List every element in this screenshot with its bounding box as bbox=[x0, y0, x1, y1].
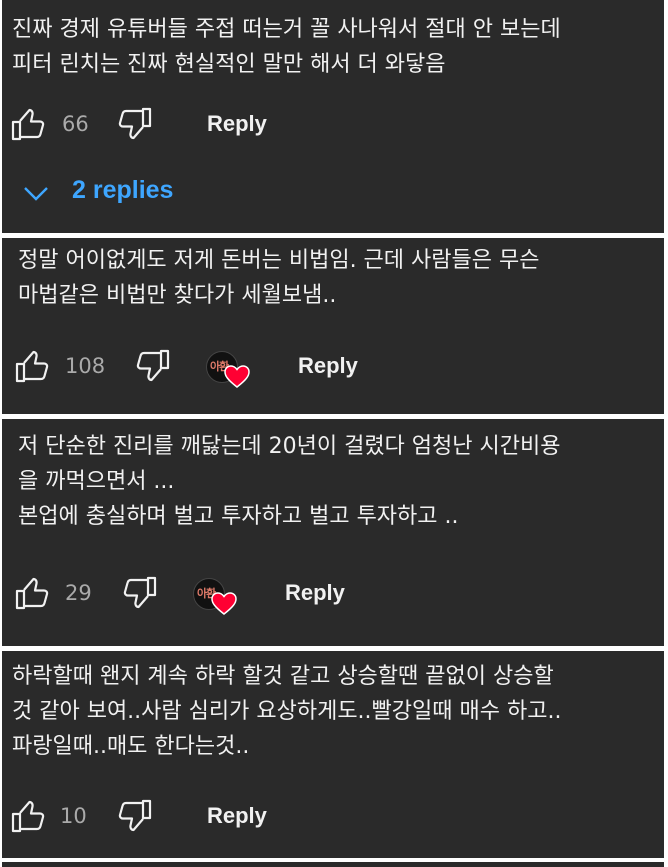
replies-count-label: 2 replies bbox=[72, 176, 174, 204]
comment-card: 진짜 경제 유튜버들 주접 떠는거 꼴 사나워서 절대 안 보는데 피터 린치는… bbox=[2, 0, 664, 233]
reply-button[interactable]: Reply bbox=[285, 577, 345, 609]
like-count: 10 bbox=[60, 804, 87, 828]
like-count: 108 bbox=[65, 354, 106, 378]
comment-actions: 66 Reply bbox=[2, 106, 664, 146]
comment-card-partial bbox=[2, 862, 664, 867]
thumb-down-icon[interactable] bbox=[135, 348, 171, 384]
heart-icon bbox=[211, 592, 237, 615]
thumb-down-icon[interactable] bbox=[117, 106, 153, 142]
comment-text: 정말 어이없게도 저게 돈버는 비법임. 근데 사람들은 무슨 마법같은 비법만… bbox=[18, 248, 540, 308]
comment-card: 저 단순한 진리를 깨닳는데 20년이 걸렸다 엄청난 시간비용 을 까먹으면서… bbox=[2, 419, 664, 646]
reply-button[interactable]: Reply bbox=[207, 800, 267, 832]
comment-text: 하락할때 왠지 계속 하락 할것 같고 상승할땐 끝없이 상승할 것 같아 보여… bbox=[12, 664, 562, 759]
chevron-down-icon bbox=[24, 187, 48, 201]
comment-text: 진짜 경제 유튜버들 주접 떠는거 꼴 사나워서 절대 안 보는데 피터 린치는… bbox=[12, 17, 561, 77]
view-replies-button[interactable]: 2 replies bbox=[2, 175, 222, 215]
comment-card: 하락할때 왠지 계속 하락 할것 같고 상승할땐 끝없이 상승할 것 같아 보여… bbox=[2, 651, 664, 858]
comment-text: 저 단순한 진리를 깨닳는데 20년이 걸렸다 엄청난 시간비용 을 까먹으면서… bbox=[18, 434, 561, 529]
thumb-down-icon[interactable] bbox=[117, 798, 153, 834]
thumb-up-icon[interactable] bbox=[14, 575, 50, 611]
thumb-up-icon[interactable] bbox=[14, 348, 50, 384]
like-count: 29 bbox=[65, 581, 92, 605]
thumb-down-icon[interactable] bbox=[122, 575, 158, 611]
comment-actions: 29 아환 Reply bbox=[2, 575, 664, 615]
like-count: 66 bbox=[62, 112, 89, 136]
comment-card: 정말 어이없게도 저게 돈버는 비법임. 근데 사람들은 무슨 마법같은 비법만… bbox=[2, 238, 664, 414]
heart-icon bbox=[224, 365, 250, 388]
thumb-up-icon[interactable] bbox=[10, 106, 46, 142]
thumb-up-icon[interactable] bbox=[10, 798, 46, 834]
comment-actions: 108 아환 Reply bbox=[2, 348, 664, 388]
reply-button[interactable]: Reply bbox=[207, 108, 267, 140]
reply-button[interactable]: Reply bbox=[298, 350, 358, 382]
comment-actions: 10 Reply bbox=[2, 798, 664, 838]
